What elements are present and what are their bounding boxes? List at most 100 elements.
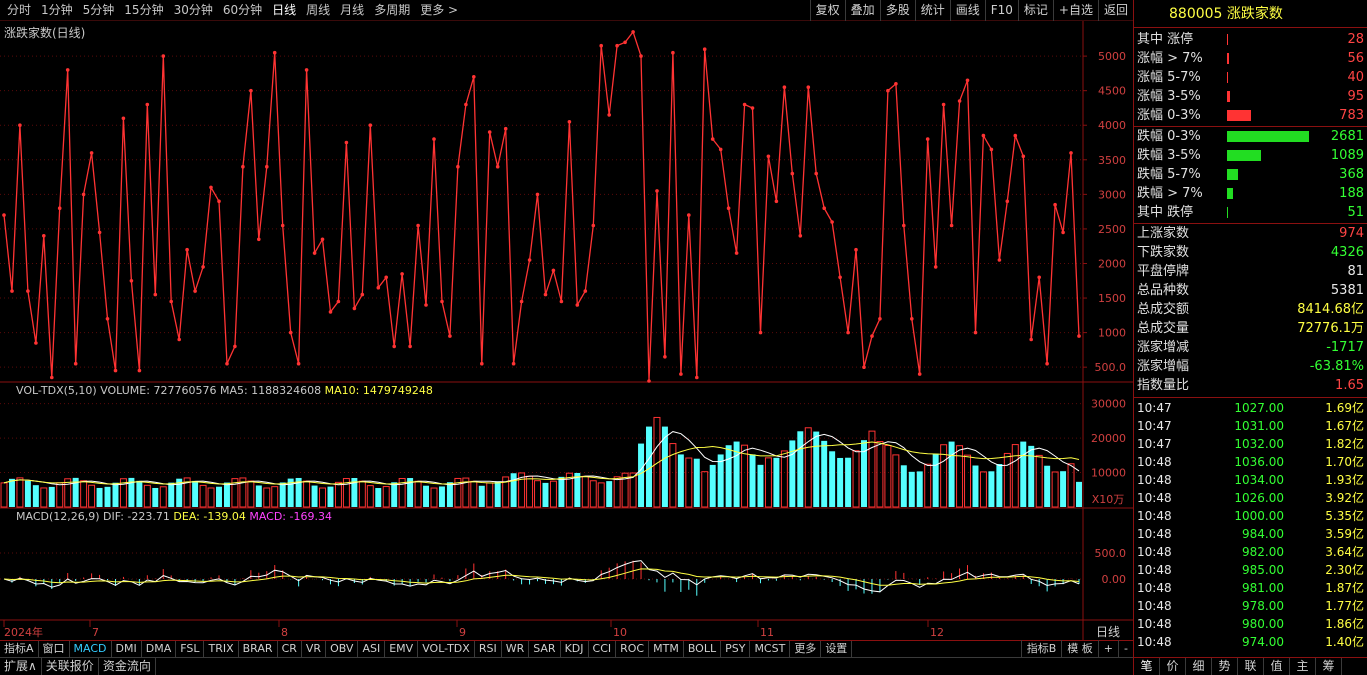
volume-bar [366, 485, 374, 508]
tick-row: 10:48 982.00 3.64亿 [1134, 543, 1367, 561]
indicator-tab[interactable]: MACD [70, 641, 112, 657]
panel-tab[interactable]: 筹 [1316, 658, 1342, 675]
tool-button[interactable]: 叠加 [844, 0, 880, 21]
volume-bar [773, 457, 780, 507]
chart-area[interactable]: 5000 4500 4000 3500 3000 2500 2000 1500 1000 500.… [0, 21, 1133, 641]
data-point [710, 137, 715, 141]
panel-tab[interactable]: 势 [1212, 658, 1238, 675]
data-point [169, 299, 173, 304]
row-label: 涨幅 5-7% [1137, 70, 1201, 85]
volume-bar [1028, 445, 1035, 507]
indicator-tab[interactable]: ROC [616, 641, 650, 657]
indicator-tab[interactable]: DMA [142, 641, 177, 657]
indicator-tab[interactable]: CCI [589, 641, 617, 657]
indicator-tab-right[interactable]: - [1118, 640, 1133, 657]
indicator-tab-right[interactable]: + [1097, 640, 1118, 657]
tick-row: 10:48 1026.00 3.92亿 [1134, 489, 1367, 507]
tick-time: 10:48 [1137, 599, 1172, 613]
macd-value: MACD: -169.34 [249, 510, 332, 523]
period-tab[interactable]: 更多 > [415, 0, 463, 21]
data-point [862, 365, 866, 370]
panel-tab[interactable]: 主 [1290, 658, 1316, 675]
y-tick-label: 1500 [1098, 292, 1126, 305]
panel-tab[interactable]: 值 [1264, 658, 1290, 675]
row-bar [1227, 188, 1233, 199]
indicator-tab[interactable]: PSY [721, 641, 751, 657]
data-point [695, 375, 699, 380]
indicator-tab[interactable]: 窗口 [39, 641, 70, 657]
tool-button[interactable]: 多股 [879, 0, 915, 21]
volume-bar [606, 481, 613, 507]
volume-bar [1067, 463, 1075, 508]
status-tab[interactable]: 扩展∧ [0, 658, 42, 675]
indicator-tab[interactable]: CR [278, 641, 302, 657]
volume-bar [581, 475, 589, 508]
period-tab[interactable]: 周线 [301, 0, 335, 21]
indicator-tab[interactable]: EMV [385, 641, 419, 657]
panel-tab[interactable]: 联 [1238, 658, 1264, 675]
tool-button[interactable]: +自选 [1052, 0, 1098, 21]
indicator-tab[interactable]: 指标A [0, 641, 39, 657]
tool-button[interactable]: 返回 [1097, 0, 1133, 21]
tick-time: 10:48 [1137, 545, 1172, 559]
dif-line [3, 560, 1080, 593]
indicator-tab[interactable]: WR [502, 641, 530, 657]
data-point [416, 223, 420, 228]
indicator-tab[interactable]: BRAR [239, 641, 278, 657]
data-point [487, 130, 492, 134]
indicator-tab-right[interactable]: 模 板 [1061, 640, 1098, 657]
period-tab[interactable]: 1分钟 [36, 0, 78, 21]
indicator-tab-right[interactable]: 指标B [1020, 640, 1062, 657]
indicator-tab[interactable]: TRIX [204, 641, 239, 657]
indicator-tab[interactable]: VR [302, 641, 327, 657]
indicator-tab[interactable]: 设置 [821, 641, 853, 657]
volume-bar [8, 478, 15, 507]
indicator-tab[interactable]: FSL [176, 641, 205, 657]
period-tab[interactable]: 30分钟 [169, 0, 218, 21]
panel-tab[interactable]: 价 [1160, 658, 1186, 675]
data-point [671, 50, 675, 55]
indicator-tab[interactable]: VOL-TDX [418, 641, 475, 657]
data-point [870, 334, 874, 338]
data-point [567, 120, 572, 124]
tool-button[interactable]: F10 [984, 0, 1018, 21]
tool-button[interactable]: 统计 [914, 0, 950, 21]
tool-button[interactable]: 标记 [1017, 0, 1053, 21]
tick-time: 10:48 [1137, 509, 1172, 523]
panel-tab[interactable]: 细 [1186, 658, 1212, 675]
indicator-tab[interactable]: RSI [475, 641, 502, 657]
indicator-tab[interactable]: MCST [750, 641, 791, 657]
indicator-tab[interactable]: 更多 [790, 641, 822, 657]
period-tab[interactable]: 日线 [267, 0, 301, 21]
indicator-tab[interactable]: SAR [529, 641, 561, 657]
period-tab[interactable]: 5分钟 [78, 0, 120, 21]
period-tab[interactable]: 多周期 [369, 0, 415, 21]
indicator-tab[interactable]: KDJ [561, 641, 589, 657]
stat-row: 涨家增幅 -63.81% [1134, 357, 1367, 376]
indicator-tab[interactable]: ASI [358, 641, 386, 657]
data-point [1021, 154, 1026, 159]
period-tab[interactable]: 60分钟 [218, 0, 267, 21]
indicator-tab[interactable]: BOLL [684, 641, 722, 657]
row-value: 95 [1347, 89, 1364, 104]
volume-bar [382, 486, 390, 508]
period-tab[interactable]: 15分钟 [119, 0, 168, 21]
status-tab[interactable]: 资金流向 [99, 658, 156, 675]
status-tab[interactable]: 关联报价 [42, 658, 99, 675]
volume-bar [821, 440, 828, 507]
period-tab[interactable]: 月线 [335, 0, 369, 21]
data-point [153, 292, 158, 297]
tool-button[interactable]: 画线 [949, 0, 985, 21]
data-point [591, 223, 596, 228]
tick-amount: 1.77亿 [1325, 599, 1364, 613]
tool-button[interactable]: 复权 [809, 0, 845, 21]
data-point [639, 54, 643, 58]
indicator-tab[interactable]: OBV [326, 641, 359, 657]
data-point [360, 292, 365, 297]
period-tab[interactable]: 分时 [2, 0, 36, 21]
volume-bar [40, 487, 48, 508]
indicator-tab[interactable]: DMI [112, 641, 142, 657]
panel-tab[interactable]: 笔 [1134, 658, 1160, 675]
indicator-tab[interactable]: MTM [649, 641, 684, 657]
data-point [480, 361, 484, 366]
